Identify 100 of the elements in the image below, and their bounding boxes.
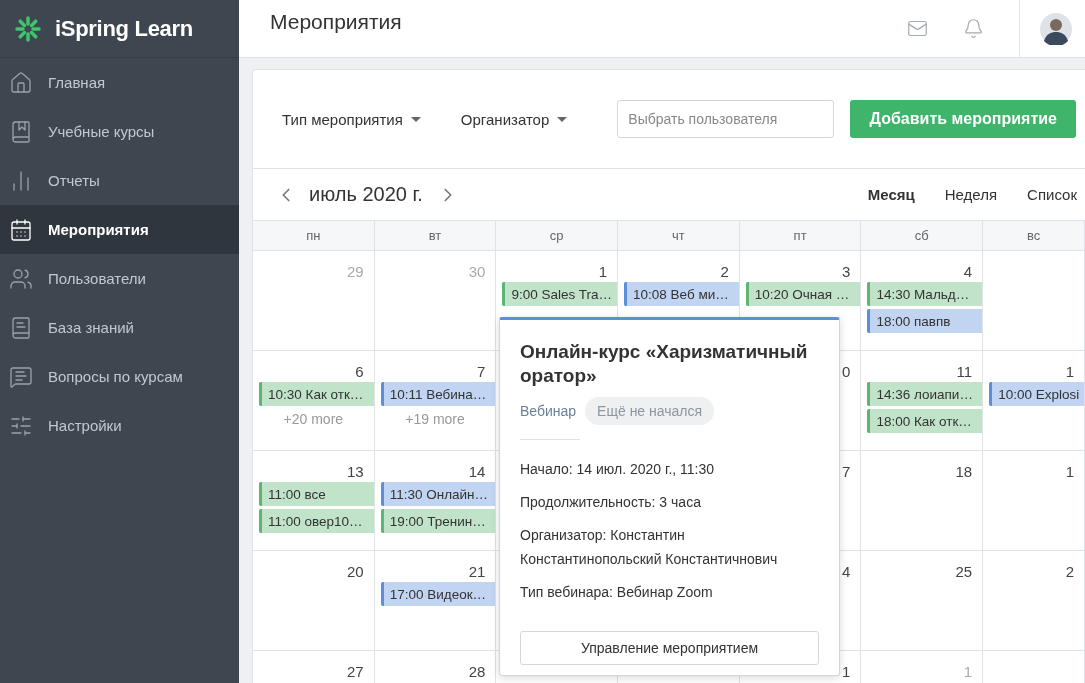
calendar-event[interactable]: 18:00 павпв: [867, 309, 983, 333]
day-number: 7: [842, 463, 851, 480]
weekday-header: вт: [374, 221, 497, 251]
day-cell[interactable]: 18: [861, 451, 984, 551]
home-icon: [9, 70, 33, 95]
book-icon: [9, 315, 33, 340]
day-number: 7: [477, 363, 486, 380]
day-number: 11: [956, 363, 973, 380]
day-cell[interactable]: 27: [253, 651, 375, 683]
calendar-event[interactable]: 10:00 Explosi: [989, 382, 1084, 406]
day-number: 2: [720, 263, 729, 280]
calendar-event[interactable]: 11:00 овер10…: [259, 509, 374, 533]
sidebar-item[interactable]: Главная: [0, 58, 239, 107]
sidebar-item[interactable]: Отчеты: [0, 156, 239, 205]
sidebar-label: База знаний: [48, 319, 134, 336]
weekday-header: чт: [618, 221, 740, 251]
view-tab[interactable]: Список: [1027, 186, 1077, 203]
filter-dropdown[interactable]: Организатор: [460, 110, 568, 128]
sidebar-label: Вопросы по курсам: [48, 368, 183, 385]
caret-icon: [410, 116, 421, 122]
day-number: 2: [1065, 563, 1074, 580]
day-cell[interactable]: 14 11:30 Онлайн… 19:00 Тренин…: [374, 451, 497, 551]
sidebar-item[interactable]: База знаний: [0, 303, 239, 352]
filter-dropdown[interactable]: Тип мероприятия: [282, 110, 421, 128]
calendar-event[interactable]: 11:30 Онлайн…: [380, 482, 496, 506]
avatar[interactable]: [1040, 12, 1072, 45]
day-number: 27: [347, 663, 364, 680]
weekday-header: сб: [861, 221, 984, 251]
status-badge: Ещё не начался: [585, 397, 715, 425]
calendar-event[interactable]: 11:00 все: [259, 482, 374, 506]
day-cell[interactable]: 28: [374, 651, 497, 683]
sidebar-label: Настройки: [48, 417, 122, 434]
calendar-event[interactable]: 9:00 Sales Tra…: [502, 282, 618, 306]
calendar-event[interactable]: 10:20 Очная …: [745, 282, 861, 306]
day-number: 13: [347, 463, 364, 480]
users-icon: [9, 266, 33, 291]
calendar-event[interactable]: 18:00 Как отк…: [867, 409, 983, 433]
day-number: 21: [468, 563, 486, 580]
sidebar-item[interactable]: Пользователи: [0, 254, 239, 303]
day-cell[interactable]: 6 10:30 Как отк… +20 more: [253, 351, 375, 451]
day-cell[interactable]: 1 10:00 Explosi: [983, 351, 1085, 451]
day-number: 30: [468, 263, 486, 280]
day-cell[interactable]: 7 10:11 Вебина… +19 more: [374, 351, 497, 451]
calendar-event[interactable]: 10:30 Как отк…: [259, 382, 374, 406]
day-number: 1: [1065, 363, 1074, 380]
view-tab[interactable]: Месяц: [867, 186, 915, 203]
weekday-header: пн: [253, 221, 375, 251]
calendar-event[interactable]: 14:30 Мальд…: [867, 282, 983, 306]
day-cell[interactable]: 11 14:36 лоиапи… 18:00 Как отк…: [861, 351, 984, 451]
day-cell[interactable]: 13 11:00 все 11:00 овер10…: [253, 451, 375, 551]
day-number: 4: [963, 263, 973, 280]
event-type: Вебинар: [520, 403, 577, 419]
calendar-event[interactable]: 14:36 лоиапи…: [867, 382, 983, 406]
page-title: Мероприятия: [270, 9, 403, 34]
day-number: 29: [347, 263, 364, 280]
weekday-header: пт: [739, 221, 862, 251]
day-cell[interactable]: 2: [983, 551, 1085, 651]
day-number: 14: [468, 463, 486, 480]
bell-icon[interactable]: [963, 18, 984, 39]
app-logo-text: iSpring Learn: [55, 15, 193, 42]
weekday-header: ср: [496, 221, 619, 251]
sidebar-item[interactable]: Учебные курсы: [0, 107, 239, 156]
manage-event-button[interactable]: Управление мероприятием: [520, 631, 819, 665]
event-detail: Начало: 14 июл. 2020 г., 11:30: [520, 460, 716, 479]
mail-icon[interactable]: [907, 18, 928, 39]
sidebar-label: Учебные курсы: [48, 123, 155, 140]
calendar-event[interactable]: 17:00 Видеок…: [380, 582, 496, 606]
day-number: 20: [347, 563, 364, 580]
day-cell[interactable]: 20: [253, 551, 375, 651]
book-icon: [9, 119, 33, 144]
day-number: 3: [842, 263, 851, 280]
day-number: 6: [355, 363, 364, 380]
day-number: 1: [842, 663, 851, 680]
day-number: 1: [1065, 463, 1074, 480]
day-cell[interactable]: 1: [983, 451, 1085, 551]
event-detail: Продолжительность: 3 часа: [520, 493, 702, 512]
sidebar-label: Пользователи: [48, 270, 146, 287]
month-label: июль 2020 г.: [309, 183, 423, 206]
sidebar-item[interactable]: Мероприятия: [0, 205, 239, 254]
calendar-event[interactable]: 19:00 Тренин…: [380, 509, 496, 533]
day-number: 25: [955, 563, 973, 580]
sidebar-label: Отчеты: [48, 172, 100, 189]
user-search-field[interactable]: Выбрать пользователя: [617, 100, 835, 138]
day-number: 0: [842, 363, 851, 380]
calendar-event[interactable]: 10:11 Вебина…: [380, 382, 496, 406]
logo-icon: [13, 13, 43, 44]
sidebar-item[interactable]: Вопросы по курсам: [0, 352, 239, 401]
day-number: 4: [842, 563, 851, 580]
caret-icon: [557, 116, 568, 122]
day-cell[interactable]: 25: [861, 551, 984, 651]
day-cell[interactable]: 21 17:00 Видеок…: [374, 551, 497, 651]
weekday-header: вс: [983, 221, 1085, 251]
view-tab[interactable]: Неделя: [944, 186, 998, 203]
day-number: 28: [468, 663, 486, 680]
calendar-event[interactable]: 10:08 Веб ми…: [624, 282, 739, 306]
day-cell[interactable]: 4 14:30 Мальд… 18:00 павпв: [861, 251, 984, 351]
day-number: 18: [955, 463, 973, 480]
day-cell[interactable]: [983, 251, 1085, 351]
sidebar-item[interactable]: Настройки: [0, 401, 239, 450]
sidebar-label: Главная: [48, 74, 106, 91]
